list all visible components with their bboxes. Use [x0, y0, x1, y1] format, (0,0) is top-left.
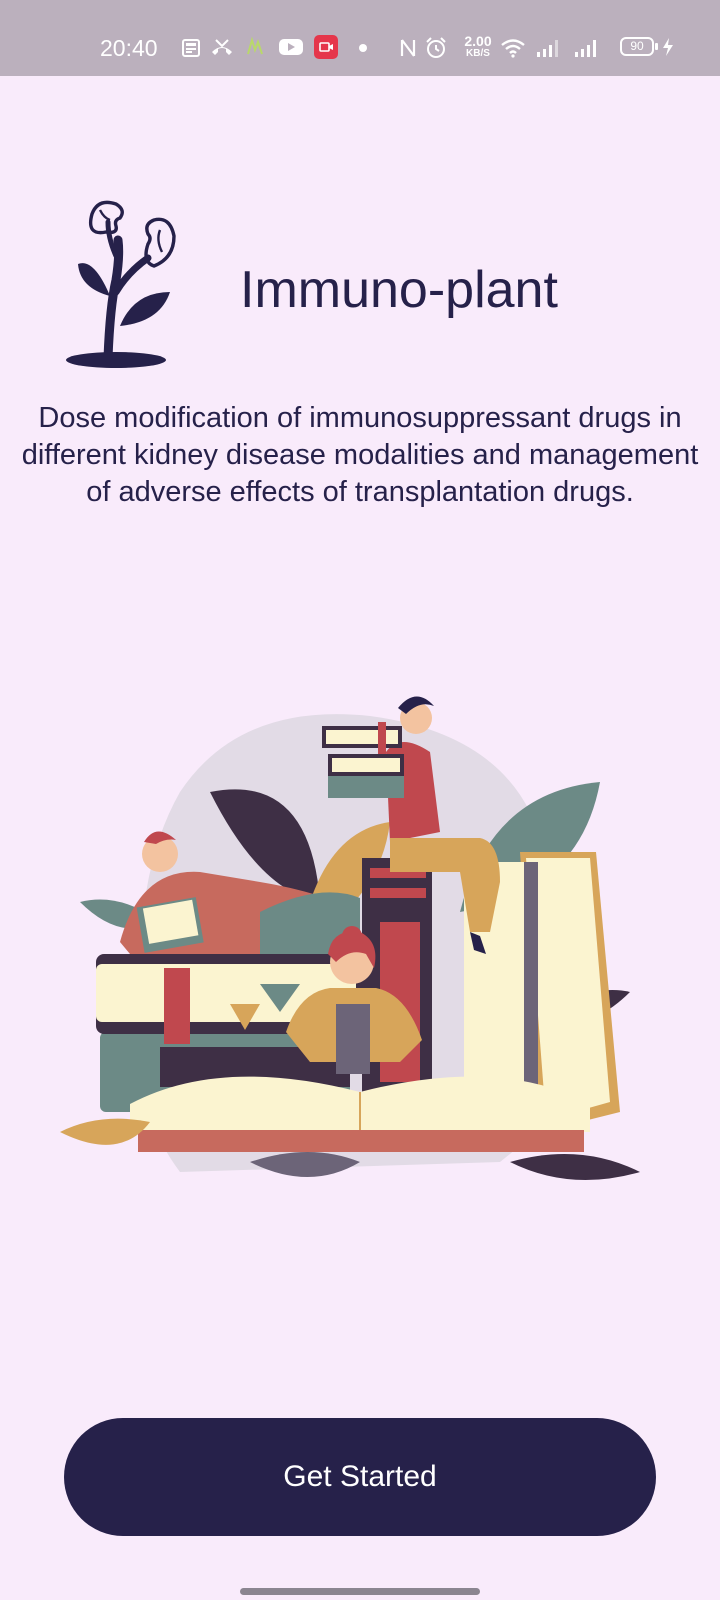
battery-icon: 90: [620, 37, 654, 56]
nfc-icon: [400, 39, 416, 57]
status-time: 20:40: [100, 35, 158, 61]
reading-people-books-illustration: [60, 696, 640, 1180]
home-indicator[interactable]: [240, 1588, 480, 1595]
youtube-icon: [279, 39, 303, 55]
app-icon: [247, 36, 263, 55]
alarm-icon: [426, 37, 446, 58]
charging-icon: [663, 38, 673, 56]
signal-icon: [575, 40, 596, 57]
battery-cap: [655, 43, 658, 50]
missed-call-icon: [212, 39, 232, 55]
network-speed-unit: KB/S: [466, 48, 490, 59]
battery-level: 90: [630, 39, 644, 53]
network-speed: 2.00 KB/S: [460, 34, 496, 60]
app-title: Immuno-plant: [240, 261, 558, 319]
status-bar: 20:40 2.00 KB/S 90: [0, 0, 720, 76]
news-icon: [182, 39, 200, 57]
app-description: Dose modification of immunosuppressant d…: [21, 402, 699, 508]
signal-icon: [537, 40, 558, 57]
screen-record-icon: [314, 35, 338, 59]
wifi-icon: [501, 39, 525, 58]
plant-kidney-logo-icon: [66, 200, 176, 368]
network-speed-value: 2.00: [464, 33, 492, 49]
get-started-button[interactable]: Get Started: [64, 1418, 656, 1536]
dot-icon: [359, 44, 367, 52]
